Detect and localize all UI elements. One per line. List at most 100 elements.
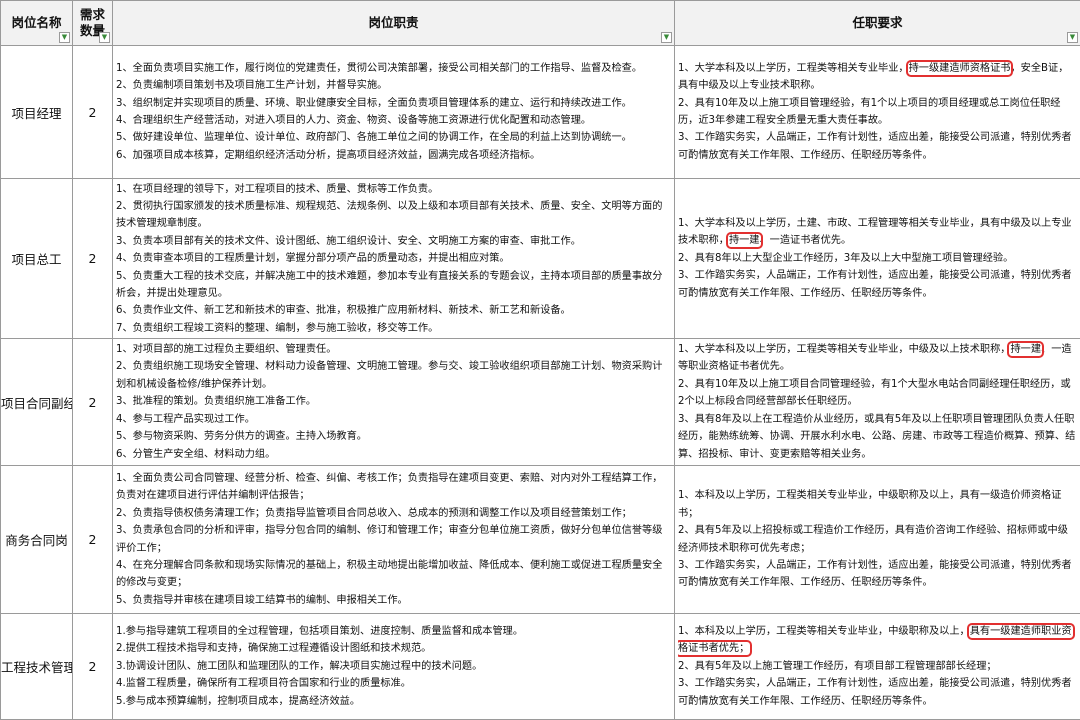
requirement-line: 2、具有5年及以上招投标或工程造价工作经历，具有造价咨询工作经验、招标师或中级经… [678, 522, 1077, 557]
highlighted-certificate: 持一级建造师资格证书 [909, 63, 1011, 74]
duty-line: 1.参与指导建筑工程项目的全过程管理，包括项目策划、进度控制、质量监督和成本管理… [116, 623, 671, 640]
duty-cell[interactable]: 1、在项目经理的领导下，对工程项目的技术、质量、贯标等工作负责。2、贯彻执行国家… [113, 179, 675, 339]
duty-line: 4、在充分理解合同条款和现场实际情况的基础上，积极主动地提出能增加收益、降低成本… [116, 557, 671, 592]
duty-line: 2、负责组织施工现场安全管理、材料动力设备管理、文明施工管理。参与交、竣工验收组… [116, 358, 671, 393]
duty-cell[interactable]: 1、全面负责项目实施工作，履行岗位的党建责任，贯彻公司决策部署，接受公司相关部门… [113, 46, 675, 179]
requirement-text: 2、具有10年及以上施工项目管理经验，有1个以上项目的项目经理或总工岗位任职经历… [678, 98, 1061, 126]
requirement-cell[interactable]: 1、大学本科及以上学历，工程类等相关专业毕业，持一级建造师资格证书，安全B证，具… [675, 46, 1080, 179]
header-req-label: 任职要求 [675, 15, 1080, 31]
filter-dropdown-icon[interactable]: ▼ [99, 32, 110, 43]
table-row: 商务合同岗21、全面负责公司合同管理、经营分析、检查、纠偏、考核工作；负责指导在… [1, 466, 1080, 614]
requirement-text: 1、大学本科及以上学历，工程类等相关专业毕业， [678, 63, 909, 74]
table-row: 项目总工21、在项目经理的领导下，对工程项目的技术、质量、贯标等工作负责。2、贯… [1, 179, 1080, 339]
header-req[interactable]: 任职要求 ▼ [675, 1, 1080, 46]
requirement-text: 2、具有5年及以上施工管理工作经历，有项目部工程管理部部长经理； [678, 661, 997, 672]
requirement-line: 1、本科及以上学历，工程类等相关专业毕业，中级职称及以上，具有一级建造师职业资格… [678, 623, 1077, 658]
duty-line: 1、在项目经理的领导下，对工程项目的技术、质量、贯标等工作负责。 [116, 181, 671, 198]
requirement-line: 2、具有10年及以上施工项目管理经验，有1个以上项目的项目经理或总工岗位任职经历… [678, 95, 1077, 130]
headcount-cell[interactable]: 2 [73, 339, 113, 466]
requirement-text: 2、具有10年及以上施工项目合同管理经验，有1个大型水电站合同副经理任职经历，或… [678, 379, 1071, 407]
highlighted-certificate: 持一建 [1010, 344, 1041, 355]
duty-line: 5、负责重大工程的技术交底，并解决施工中的技术难题，参加本专业有直接关系的专题会… [116, 268, 671, 303]
headcount-cell[interactable]: 2 [73, 614, 113, 720]
requirement-line: 2、具有5年及以上施工管理工作经历，有项目部工程管理部部长经理； [678, 658, 1077, 675]
position-name-cell[interactable]: 商务合同岗 [1, 466, 73, 614]
duty-line: 6、负责作业文件、新工艺和新技术的审查、批准，积极推广应用新材料、新技术、新工艺… [116, 302, 671, 319]
duty-cell[interactable]: 1、全面负责公司合同管理、经营分析、检查、纠偏、考核工作；负责指导在建项目变更、… [113, 466, 675, 614]
position-name-cell[interactable]: 项目经理 [1, 46, 73, 179]
duty-line: 5、做好建设单位、监理单位、设计单位、政府部门、各施工单位之间的协调工作，在全局… [116, 129, 671, 146]
duty-line: 5、负责指导并审核在建项目竣工结算书的编制、申报相关工作。 [116, 592, 671, 609]
headcount-cell[interactable]: 2 [73, 46, 113, 179]
filter-dropdown-icon[interactable]: ▼ [661, 32, 672, 43]
requirement-line: 1、大学本科及以上学历，工程类等相关专业毕业，中级及以上技术职称，持一建、一造等… [678, 341, 1077, 376]
position-name-cell[interactable]: 项目合同副经理 [1, 339, 73, 466]
requirement-cell[interactable]: 1、大学本科及以上学历，工程类等相关专业毕业，中级及以上技术职称，持一建、一造等… [675, 339, 1080, 466]
requirement-text: 3、工作踏实务实，人品端正，工作有计划性，适应出差，能接受公司派遣，特别优秀者可… [678, 270, 1072, 298]
requirement-text: 2、具有5年及以上招投标或工程造价工作经历，具有造价咨询工作经验、招标师或中级经… [678, 525, 1068, 553]
duty-line: 6、加强项目成本核算，定期组织经济活动分析，提高项目经济效益，圆满完成各项经济指… [116, 147, 671, 164]
duty-cell[interactable]: 1、对项目部的施工过程负主要组织、管理责任。2、负责组织施工现场安全管理、材料动… [113, 339, 675, 466]
table-row: 项目合同副经理21、对项目部的施工过程负主要组织、管理责任。2、负责组织施工现场… [1, 339, 1080, 466]
duty-line: 1、对项目部的施工过程负主要组织、管理责任。 [116, 341, 671, 358]
duty-line: 2、负责指导债权债务清理工作；负责指导监管项目合同总收入、总成本的预测和调整工作… [116, 505, 671, 522]
header-duty-label: 岗位职责 [113, 15, 674, 31]
requirement-line: 2、具有10年及以上施工项目合同管理经验，有1个大型水电站合同副经理任职经历，或… [678, 376, 1077, 411]
requirement-cell[interactable]: 1、本科及以上学历，工程类等相关专业毕业，中级职称及以上，具有一级建造师职业资格… [675, 614, 1080, 720]
highlighted-certificate: 持一建 [729, 235, 760, 246]
requirement-text: 、一造证书者优先。 [760, 235, 852, 246]
duty-line: 1、全面负责公司合同管理、经营分析、检查、纠偏、考核工作；负责指导在建项目变更、… [116, 470, 671, 505]
duty-line: 3、负责本项目部有关的技术文件、设计图纸、施工组织设计、安全、文明施工方案的审查… [116, 233, 671, 250]
requirement-text: 3、工作踏实务实，人品端正，工作有计划性，适应出差，能接受公司派遣，特别优秀者可… [678, 678, 1072, 706]
duty-line: 3、负责承包合同的分析和评审，指导分包合同的编制、修订和管理工作；审查分包单位施… [116, 522, 671, 557]
requirement-text: 3、具有8年及以上在工程造价从业经历，或具有5年及以上任职项目管理团队负责人任职… [678, 414, 1075, 460]
requirement-line: 3、具有8年及以上在工程造价从业经历，或具有5年及以上任职项目管理团队负责人任职… [678, 411, 1077, 463]
requirement-line: 3、工作踏实务实，人品端正，工作有计划性，适应出差，能接受公司派遣，特别优秀者可… [678, 557, 1077, 592]
header-name[interactable]: 岗位名称 ▼ [1, 1, 73, 46]
duty-line: 2、贯彻执行国家颁发的技术质量标准、规程规范、法规条例、以及上级和本项目部有关技… [116, 198, 671, 233]
duty-line: 3.协调设计团队、施工团队和监理团队的工作，解决项目实施过程中的技术问题。 [116, 658, 671, 675]
headcount-cell[interactable]: 2 [73, 179, 113, 339]
position-name-cell[interactable]: 项目总工 [1, 179, 73, 339]
header-duty[interactable]: 岗位职责 ▼ [113, 1, 675, 46]
requirement-text: 2、具有8年以上大型企业工作经历，3年及以上大中型施工项目管理经验。 [678, 253, 1013, 264]
job-table: 岗位名称 ▼ 需求数量 ▼ 岗位职责 ▼ 任职要求 ▼ 项目经理21、全面负责项… [0, 0, 1080, 720]
requirement-text: 1、大学本科及以上学历，工程类等相关专业毕业，中级及以上技术职称， [678, 344, 1010, 355]
duty-line: 2、负责编制项目策划书及项目施工生产计划，并督导实施。 [116, 77, 671, 94]
requirement-line: 1、大学本科及以上学历，工程类等相关专业毕业，持一级建造师资格证书，安全B证，具… [678, 60, 1077, 95]
requirement-line: 2、具有8年以上大型企业工作经历，3年及以上大中型施工项目管理经验。 [678, 250, 1077, 267]
duty-line: 5.参与成本预算编制，控制项目成本，提高经济效益。 [116, 693, 671, 710]
duty-line: 4、参与工程产品实现过工作。 [116, 411, 671, 428]
requirement-line: 1、本科及以上学历，工程类相关专业毕业，中级职称及以上，具有一级造价师资格证书； [678, 487, 1077, 522]
duty-line: 4、负责审查本项目的工程质量计划，掌握分部分项产品的质量动态，并提出相应对策。 [116, 250, 671, 267]
header-count[interactable]: 需求数量 ▼ [73, 1, 113, 46]
requirement-cell[interactable]: 1、大学本科及以上学历，土建、市政、工程管理等相关专业毕业，具有中级及以上专业技… [675, 179, 1080, 339]
requirement-text: 3、工作踏实务实，人品端正，工作有计划性，适应出差，能接受公司派遣，特别优秀者可… [678, 560, 1072, 588]
duty-line: 1、全面负责项目实施工作，履行岗位的党建责任，贯彻公司决策部署，接受公司相关部门… [116, 60, 671, 77]
requirement-text: 1、本科及以上学历，工程类相关专业毕业，中级职称及以上，具有一级造价师资格证书； [678, 490, 1061, 518]
duty-line: 4、合理组织生产经营活动，对进入项目的人力、资金、物资、设备等施工资源进行优化配… [116, 112, 671, 129]
table-row: 工程技术管理岗21.参与指导建筑工程项目的全过程管理，包括项目策划、进度控制、质… [1, 614, 1080, 720]
duty-line: 3、批准程的策划。负责组织施工准备工作。 [116, 393, 671, 410]
headcount-cell[interactable]: 2 [73, 466, 113, 614]
requirement-line: 1、大学本科及以上学历，土建、市政、工程管理等相关专业毕业，具有中级及以上专业技… [678, 215, 1077, 250]
position-name-cell[interactable]: 工程技术管理岗 [1, 614, 73, 720]
duty-line: 6、分管生产安全组、材料动力组。 [116, 446, 671, 463]
duty-line: 2.提供工程技术指导和支持，确保施工过程遵循设计图纸和技术规范。 [116, 640, 671, 657]
table-row: 项目经理21、全面负责项目实施工作，履行岗位的党建责任，贯彻公司决策部署，接受公… [1, 46, 1080, 179]
duty-line: 4.监督工程质量，确保所有工程项目符合国家和行业的质量标准。 [116, 675, 671, 692]
requirement-line: 3、工作踏实务实，人品端正，工作有计划性，适应出差，能接受公司派遣，特别优秀者可… [678, 129, 1077, 164]
duty-line: 3、组织制定并实现项目的质量、环境、职业健康安全目标，全面负责项目管理体系的建立… [116, 95, 671, 112]
filter-dropdown-icon[interactable]: ▼ [59, 32, 70, 43]
header-name-label: 岗位名称 [1, 15, 72, 31]
requirement-line: 3、工作踏实务实，人品端正，工作有计划性，适应出差，能接受公司派遣，特别优秀者可… [678, 675, 1077, 710]
duty-cell[interactable]: 1.参与指导建筑工程项目的全过程管理，包括项目策划、进度控制、质量监督和成本管理… [113, 614, 675, 720]
duty-line: 7、负责组织工程竣工资料的整理、编制，参与施工验收，移交等工作。 [116, 320, 671, 337]
requirement-cell[interactable]: 1、本科及以上学历，工程类相关专业毕业，中级职称及以上，具有一级造价师资格证书；… [675, 466, 1080, 614]
requirement-text: 1、本科及以上学历，工程类等相关专业毕业，中级职称及以上， [678, 626, 970, 637]
duty-line: 5、参与物资采购、劳务分供方的调查。主持入场教育。 [116, 428, 671, 445]
requirement-line: 3、工作踏实务实，人品端正，工作有计划性，适应出差，能接受公司派遣，特别优秀者可… [678, 267, 1077, 302]
filter-dropdown-icon[interactable]: ▼ [1067, 32, 1078, 43]
requirement-text: 3、工作踏实务实，人品端正，工作有计划性，适应出差，能接受公司派遣，特别优秀者可… [678, 132, 1072, 160]
header-row: 岗位名称 ▼ 需求数量 ▼ 岗位职责 ▼ 任职要求 ▼ [1, 1, 1080, 46]
